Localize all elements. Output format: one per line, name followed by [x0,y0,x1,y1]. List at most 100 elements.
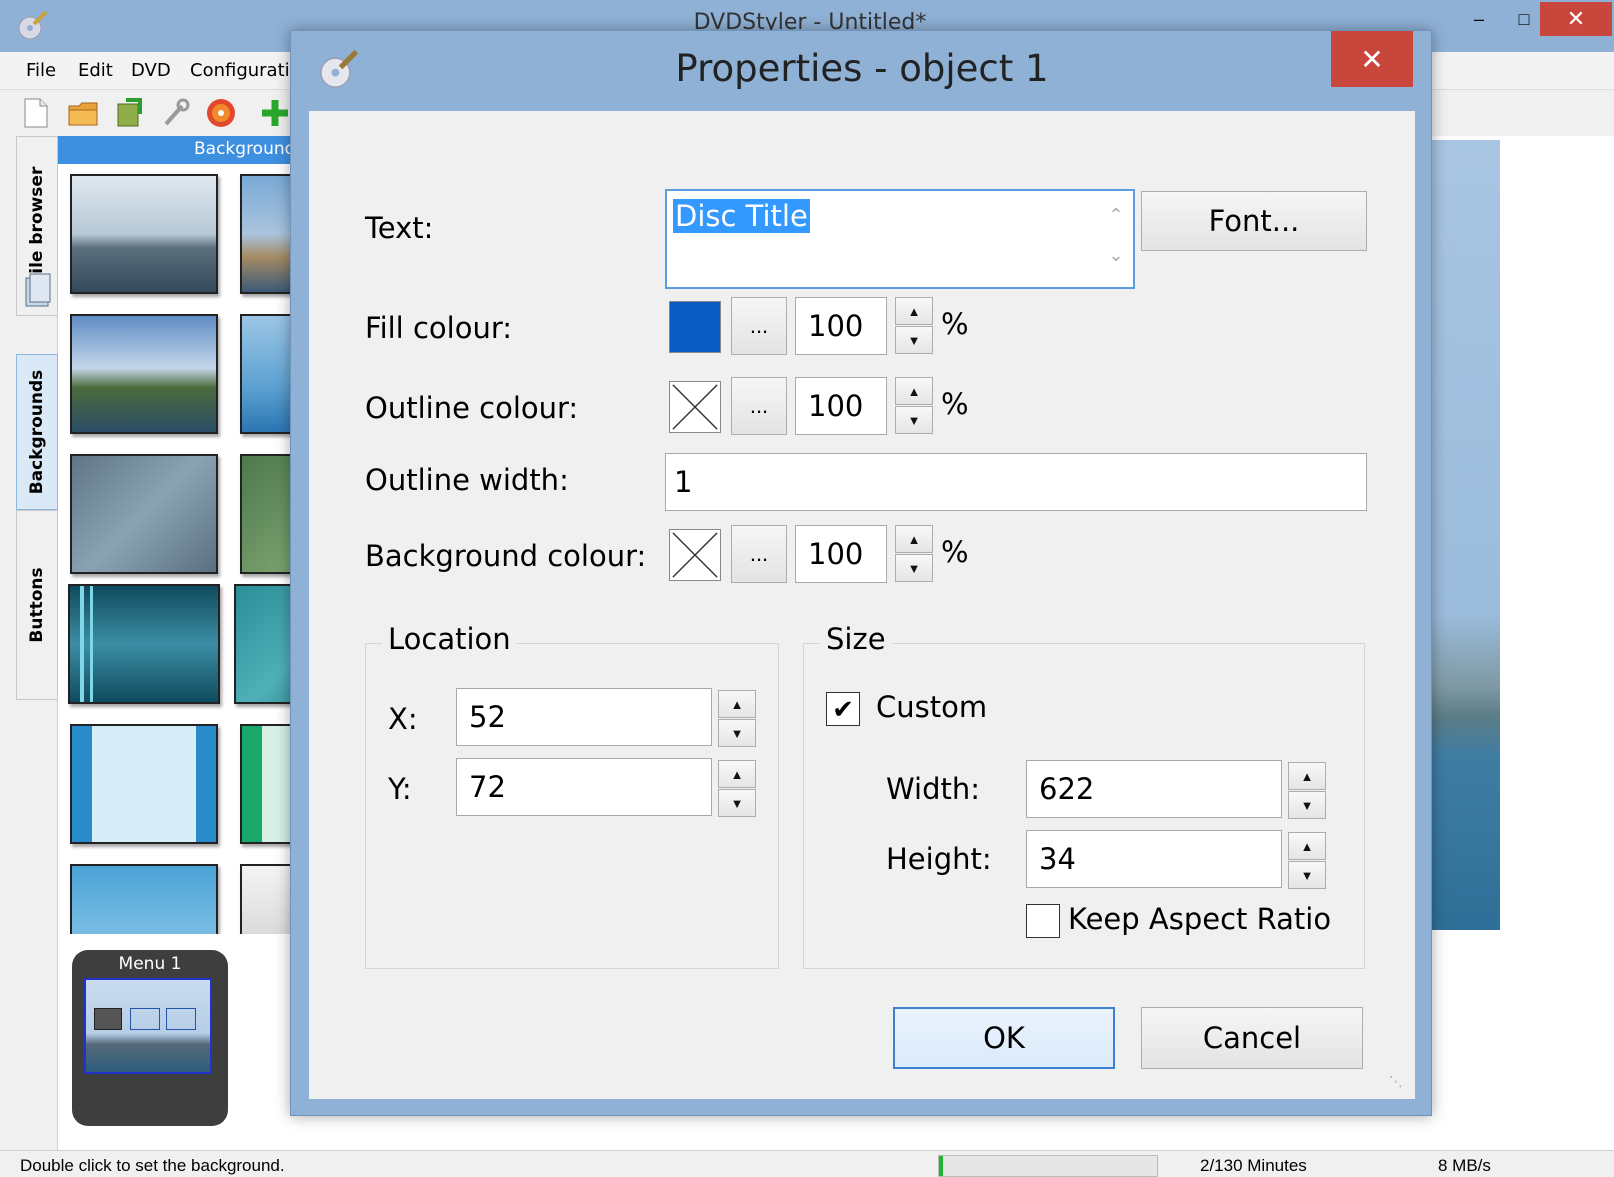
dialog-close-button[interactable]: ✕ [1331,31,1413,87]
fill-colour-swatch[interactable] [669,301,721,353]
x-label: X: [388,702,418,736]
width-spinner: ▲ ▼ [1288,762,1326,820]
location-group: Location X: 52 ▲ ▼ Y: 72 ▲ ▼ [365,622,779,969]
outline-colour-picker-button[interactable]: ... [731,377,787,435]
scroll-down-icon[interactable]: ⌄ [1101,245,1131,266]
spin-up-button[interactable]: ▲ [895,297,933,325]
menu-card[interactable]: Menu 1 [72,950,228,1126]
height-spinner: ▲ ▼ [1288,832,1326,890]
side-tabs: File browser Backgrounds Buttons [0,136,58,1150]
save-icon[interactable] [112,96,146,130]
outline-opacity-spinner: ▲ ▼ [895,377,933,435]
outline-colour-label: Outline colour: [365,391,579,425]
properties-dialog: Properties - object 1 ✕ Text: Disc Title… [290,30,1432,1116]
status-hint: Double click to set the background. [20,1156,285,1175]
background-opacity-spinner: ▲ ▼ [895,525,933,583]
folder-tab-icon [25,273,51,307]
y-spinner: ▲ ▼ [718,760,756,818]
open-folder-icon[interactable] [66,96,100,130]
menu-dvd[interactable]: DVD [131,60,171,81]
spin-down-button[interactable]: ▼ [718,719,756,747]
size-group-title: Size [820,622,892,656]
ok-button[interactable]: OK [893,1007,1115,1069]
menu-edit[interactable]: Edit [78,60,113,81]
spin-down-button[interactable]: ▼ [1288,791,1326,819]
spin-up-button[interactable]: ▲ [895,377,933,405]
checkmark-icon: ✔ [832,693,854,724]
text-input[interactable]: Disc Title ⌃ ⌄ [665,189,1135,289]
background-colour-picker-button[interactable]: ... [731,525,787,583]
tab-buttons[interactable]: Buttons [16,510,58,700]
outline-width-input[interactable]: 1 [665,453,1367,511]
dialog-client-area: Text: Disc Title ⌃ ⌄ Font... Fill colour… [309,111,1415,1099]
background-gallery [58,164,298,934]
fill-opacity-input[interactable]: 100 [795,297,887,355]
menus-area: Menu 1 [58,934,298,1148]
text-label: Text: [365,211,434,245]
fill-opacity-spinner: ▲ ▼ [895,297,933,355]
disc-usage-gauge [938,1155,1158,1177]
menu-configuration[interactable]: Configurati [190,60,290,81]
scroll-up-icon[interactable]: ⌃ [1101,205,1131,226]
background-thumbnail[interactable] [70,454,218,574]
location-group-title: Location [382,622,517,656]
background-thumbnail[interactable] [234,584,298,704]
spin-up-button[interactable]: ▲ [718,690,756,718]
spin-up-button[interactable]: ▲ [1288,832,1326,860]
fill-colour-label: Fill colour: [365,311,513,345]
cancel-button[interactable]: Cancel [1141,1007,1363,1069]
menu-card-label: Menu 1 [118,954,182,974]
settings-wrench-icon[interactable] [158,96,192,130]
text-input-value: Disc Title [673,199,810,233]
background-opacity-input[interactable]: 100 [795,525,887,583]
statusbar: Double click to set the background. 2/13… [0,1150,1614,1177]
percent-label: % [941,535,969,569]
custom-size-checkbox[interactable]: ✔ [826,692,860,726]
keep-aspect-ratio-label: Keep Aspect Ratio [1068,902,1332,936]
add-icon[interactable] [258,96,292,130]
font-button[interactable]: Font... [1141,191,1367,251]
width-input[interactable]: 622 [1026,760,1282,818]
spin-down-button[interactable]: ▼ [718,789,756,817]
background-thumbnail[interactable] [70,864,218,934]
x-spinner: ▲ ▼ [718,690,756,748]
no-colour-swatch-icon[interactable] [669,381,721,433]
keep-aspect-ratio-checkbox[interactable] [1026,904,1060,938]
height-input[interactable]: 34 [1026,830,1282,888]
spin-down-button[interactable]: ▼ [1288,861,1326,889]
new-file-icon[interactable] [18,96,52,130]
fill-colour-picker-button[interactable]: ... [731,297,787,355]
status-duration: 2/130 Minutes [1200,1156,1307,1175]
y-input[interactable]: 72 [456,758,712,816]
dvdstyler-app-icon [18,10,48,40]
main-close-button[interactable]: ✕ [1540,2,1612,36]
minimize-button[interactable]: – [1455,2,1503,36]
width-label: Width: [886,772,981,806]
disc-usage-fill [939,1156,944,1176]
spin-up-button[interactable]: ▲ [895,525,933,553]
spin-up-button[interactable]: ▲ [1288,762,1326,790]
spin-down-button[interactable]: ▼ [895,554,933,582]
background-thumbnail[interactable] [70,174,218,294]
spin-up-button[interactable]: ▲ [718,760,756,788]
background-thumbnail[interactable] [68,584,220,704]
y-label: Y: [388,772,412,806]
outline-width-label: Outline width: [365,463,569,497]
size-group: Size ✔ Custom Width: 622 ▲ ▼ Height: 34 … [803,622,1365,969]
tab-backgrounds[interactable]: Backgrounds [16,354,58,510]
percent-label: % [941,387,969,421]
spin-down-button[interactable]: ▼ [895,406,933,434]
burn-disc-icon[interactable] [204,96,238,130]
no-colour-swatch-icon[interactable] [669,529,721,581]
dialog-title: Properties - object 1 [675,47,1049,90]
status-rate: 8 MB/s [1438,1156,1491,1175]
x-input[interactable]: 52 [456,688,712,746]
custom-size-label: Custom [876,690,988,724]
background-thumbnail[interactable] [70,314,218,434]
outline-opacity-input[interactable]: 100 [795,377,887,435]
background-thumbnail[interactable] [70,724,218,844]
resize-grip-icon[interactable]: ⋱ [1389,1073,1411,1095]
menu-file[interactable]: File [26,60,56,81]
spin-down-button[interactable]: ▼ [895,326,933,354]
height-label: Height: [886,842,992,876]
